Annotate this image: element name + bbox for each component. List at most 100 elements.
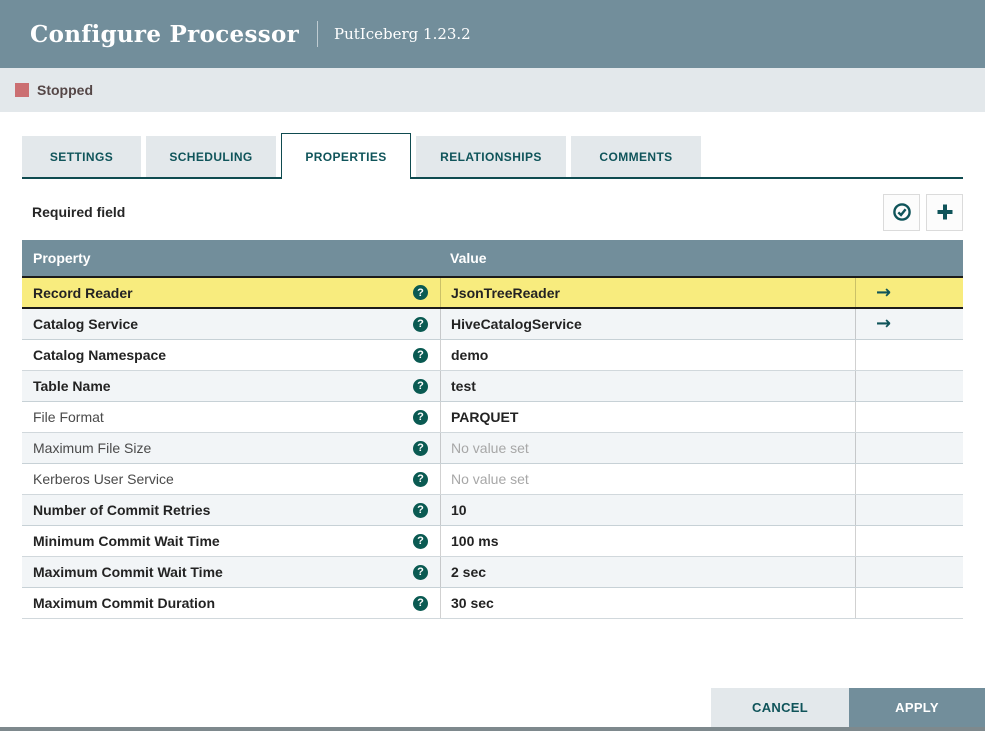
tab-scheduling[interactable]: SCHEDULING: [146, 136, 276, 177]
goto-cell: [855, 464, 963, 494]
property-name-cell: File Format?: [22, 402, 440, 432]
property-row[interactable]: Kerberos User Service? No value set: [22, 464, 963, 495]
dialog-header: Configure Processor PutIceberg 1.23.2: [0, 0, 985, 68]
goto-cell: →: [855, 309, 963, 339]
tab-bar-wrap: SETTINGS SCHEDULING PROPERTIES RELATIONSHIP…: [22, 133, 963, 180]
help-icon[interactable]: ?: [413, 285, 428, 300]
tab-label: PROPERTIES: [305, 149, 387, 164]
go-to-service-icon[interactable]: →: [876, 283, 891, 302]
property-row[interactable]: File Format? PARQUET: [22, 402, 963, 433]
property-name: Kerberos User Service: [33, 471, 174, 487]
property-name: Number of Commit Retries: [33, 502, 211, 518]
property-name: Record Reader: [33, 284, 133, 301]
add-property-button[interactable]: [926, 193, 963, 231]
tab-relationships[interactable]: RELATIONSHIPS: [416, 136, 566, 177]
help-icon[interactable]: ?: [413, 316, 428, 332]
status-bar: Stopped: [0, 68, 985, 112]
goto-cell: [855, 371, 963, 401]
property-value-cell[interactable]: PARQUET: [440, 402, 855, 432]
tab-label: COMMENTS: [599, 149, 673, 164]
goto-cell: [855, 526, 963, 556]
property-row[interactable]: Number of Commit Retries? 10: [22, 495, 963, 526]
check-circle-icon: [892, 202, 912, 222]
tab-comments[interactable]: COMMENTS: [571, 136, 701, 177]
property-value-cell[interactable]: 100 ms: [440, 526, 855, 556]
property-value-cell[interactable]: 10: [440, 495, 855, 525]
property-name-cell: Kerberos User Service?: [22, 464, 440, 494]
property-row[interactable]: Maximum Commit Duration? 30 sec: [22, 588, 963, 619]
property-table-body: Record Reader? JsonTreeReader → Catalog Ser…: [22, 276, 963, 619]
property-table: Property Value Record Reader? JsonTreeRea…: [22, 240, 963, 619]
property-name-cell: Minimum Commit Wait Time?: [22, 526, 440, 556]
dialog-footer: CANCEL APPLY: [711, 688, 985, 727]
property-name-cell: Table Name?: [22, 371, 440, 401]
help-icon[interactable]: ?: [413, 595, 428, 611]
property-row[interactable]: Table Name? test: [22, 371, 963, 402]
property-name-cell: Record Reader?: [22, 278, 440, 307]
help-icon[interactable]: ?: [413, 502, 428, 518]
goto-cell: [855, 495, 963, 525]
goto-cell: [855, 340, 963, 370]
property-name: Catalog Namespace: [33, 347, 167, 363]
tab-properties[interactable]: PROPERTIES: [281, 133, 411, 179]
properties-toolbar: Required field: [22, 192, 963, 232]
canvas-edge-strip: [0, 727, 985, 731]
help-icon[interactable]: ?: [413, 347, 428, 363]
help-icon[interactable]: ?: [413, 564, 428, 580]
property-value-cell[interactable]: test: [440, 371, 855, 401]
property-name-cell: Maximum File Size?: [22, 433, 440, 463]
property-row[interactable]: Minimum Commit Wait Time? 100 ms: [22, 526, 963, 557]
help-icon[interactable]: ?: [413, 533, 428, 549]
property-value-cell[interactable]: No value set: [440, 464, 855, 494]
processor-name-version: PutIceberg 1.23.2: [334, 25, 471, 43]
property-value-cell[interactable]: HiveCatalogService: [440, 309, 855, 339]
property-name: File Format: [33, 409, 104, 425]
tab-label: SCHEDULING: [169, 149, 253, 164]
property-row[interactable]: Record Reader? JsonTreeReader →: [22, 276, 963, 309]
property-name: Maximum File Size: [33, 440, 152, 456]
configure-processor-dialog: Configure Processor PutIceberg 1.23.2 St…: [0, 0, 985, 731]
property-name: Table Name: [33, 378, 111, 394]
status-label: Stopped: [37, 82, 93, 98]
tab-bar: SETTINGS SCHEDULING PROPERTIES RELATIONSHIP…: [22, 133, 963, 180]
help-icon[interactable]: ?: [413, 378, 428, 394]
property-name-cell: Catalog Namespace?: [22, 340, 440, 370]
plus-icon: [935, 202, 955, 222]
cancel-button[interactable]: CANCEL: [711, 688, 849, 727]
dialog-title: Configure Processor: [30, 20, 300, 48]
property-name: Maximum Commit Duration: [33, 595, 216, 611]
required-field-hint: Required field: [32, 204, 126, 220]
property-name-cell: Catalog Service?: [22, 309, 440, 339]
property-value-cell[interactable]: 2 sec: [440, 557, 855, 587]
apply-button[interactable]: APPLY: [849, 688, 985, 727]
tab-label: RELATIONSHIPS: [440, 149, 542, 164]
goto-cell: [855, 402, 963, 432]
tab-label: SETTINGS: [49, 149, 114, 164]
tab-settings[interactable]: SETTINGS: [22, 136, 141, 177]
property-name: Maximum Commit Wait Time: [33, 564, 223, 580]
property-name-cell: Maximum Commit Wait Time?: [22, 557, 440, 587]
column-header-property: Property: [33, 250, 91, 266]
goto-cell: [855, 433, 963, 463]
property-row[interactable]: Maximum File Size? No value set: [22, 433, 963, 464]
property-value-cell[interactable]: 30 sec: [440, 588, 855, 618]
property-row[interactable]: Maximum Commit Wait Time? 2 sec: [22, 557, 963, 588]
goto-cell: →: [855, 278, 963, 307]
go-to-service-icon[interactable]: →: [876, 315, 891, 333]
property-name-cell: Maximum Commit Duration?: [22, 588, 440, 618]
property-value-cell[interactable]: JsonTreeReader: [440, 278, 855, 307]
property-value-cell[interactable]: No value set: [440, 433, 855, 463]
property-row[interactable]: Catalog Namespace? demo: [22, 340, 963, 371]
goto-cell: [855, 588, 963, 618]
help-icon[interactable]: ?: [413, 471, 428, 487]
help-icon[interactable]: ?: [413, 440, 428, 456]
property-table-header: Property Value: [22, 240, 963, 276]
property-row[interactable]: Catalog Service? HiveCatalogService →: [22, 309, 963, 340]
property-value-cell[interactable]: demo: [440, 340, 855, 370]
verify-properties-button[interactable]: [883, 193, 920, 231]
help-icon[interactable]: ?: [413, 409, 428, 425]
property-name: Catalog Service: [33, 316, 139, 332]
stopped-icon: [15, 83, 29, 97]
title-divider: [317, 21, 319, 47]
property-name: Minimum Commit Wait Time: [33, 533, 220, 549]
